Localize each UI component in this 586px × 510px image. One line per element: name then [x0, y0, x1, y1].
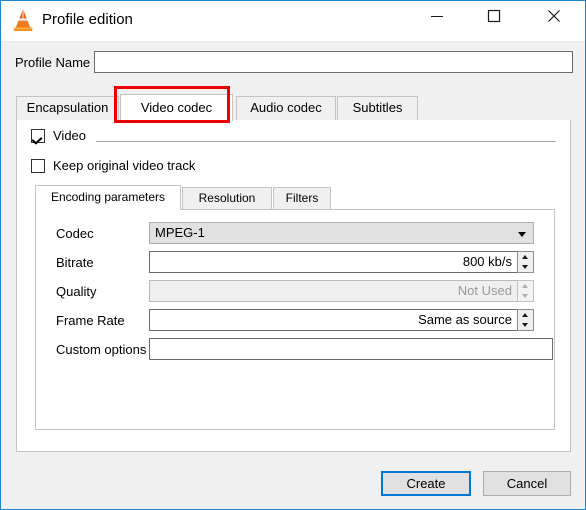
form-row-codec: Codec MPEG-1	[36, 222, 556, 246]
window-title: Profile edition	[42, 11, 133, 28]
codec-label: Codec	[56, 226, 94, 241]
frame-rate-spinbox[interactable]: Same as source	[149, 309, 534, 331]
bitrate-value[interactable]: 800 kb/s	[149, 251, 517, 273]
tab-filters[interactable]: Filters	[273, 187, 331, 209]
quality-label: Quality	[56, 284, 97, 299]
codec-selected-value: MPEG-1	[155, 225, 205, 240]
profile-name-label: Profile Name	[15, 55, 91, 70]
video-checkbox-label: Video	[53, 128, 87, 143]
tab-resolution[interactable]: Resolution	[182, 187, 272, 209]
spin-down-icon[interactable]	[518, 262, 533, 272]
vlc-cone-icon	[11, 8, 35, 33]
quality-value: Not Used	[149, 280, 517, 302]
frame-rate-spin-buttons	[517, 309, 534, 331]
keep-track-checkbox-label: Keep original video track	[53, 158, 196, 173]
tab-encoding-parameters[interactable]: Encoding parameters	[35, 185, 181, 210]
checkbox-box-video	[31, 128, 45, 143]
cancel-button[interactable]: Cancel	[483, 471, 571, 496]
bitrate-label: Bitrate	[56, 255, 94, 270]
form-row-quality: Quality Not Used	[36, 280, 556, 304]
frame-rate-label: Frame Rate	[56, 313, 125, 328]
minimize-button[interactable]	[414, 1, 460, 32]
encoding-tab-bar: Encoding parameters Resolution Filters	[35, 185, 555, 210]
chevron-down-icon	[518, 232, 526, 237]
checkbox-box-keep-track	[31, 158, 45, 173]
tab-encapsulation[interactable]: Encapsulation	[16, 96, 119, 120]
tab-audio-codec[interactable]: Audio codec	[236, 96, 336, 120]
spin-down-icon[interactable]	[518, 320, 533, 330]
tab-video-codec[interactable]: Video codec	[120, 94, 233, 121]
group-divider	[96, 141, 556, 142]
codec-tab-bar: Encapsulation Video codec Audio codec Su…	[16, 94, 571, 121]
title-bar: Profile edition	[1, 1, 585, 42]
quality-spinbox: Not Used	[149, 280, 534, 302]
maximize-button[interactable]	[471, 1, 517, 32]
bitrate-spin-buttons	[517, 251, 534, 273]
keep-original-video-track-checkbox[interactable]: Keep original video track	[31, 158, 195, 173]
codec-combobox[interactable]: MPEG-1	[149, 222, 534, 244]
bitrate-spinbox[interactable]: 800 kb/s	[149, 251, 534, 273]
form-row-bitrate: Bitrate 800 kb/s	[36, 251, 556, 275]
spin-up-icon[interactable]	[518, 252, 533, 262]
profile-edition-dialog: Profile edition Profile Name Encapsulati…	[0, 0, 586, 510]
video-enable-checkbox[interactable]: Video	[31, 128, 86, 143]
spin-down-icon	[518, 291, 533, 301]
form-row-frame-rate: Frame Rate Same as source	[36, 309, 556, 333]
custom-options-input[interactable]	[149, 338, 553, 360]
quality-spin-buttons	[517, 280, 534, 302]
close-button[interactable]	[531, 1, 577, 32]
spin-up-icon[interactable]	[518, 310, 533, 320]
video-codec-panel: Video Keep original video track Encoding…	[16, 120, 571, 452]
spin-up-icon	[518, 281, 533, 291]
create-button[interactable]: Create	[381, 471, 471, 496]
profile-name-row: Profile Name	[1, 42, 585, 84]
frame-rate-value[interactable]: Same as source	[149, 309, 517, 331]
tab-subtitles[interactable]: Subtitles	[337, 96, 418, 120]
profile-name-input[interactable]	[94, 51, 573, 73]
form-row-custom-options: Custom options	[36, 338, 556, 362]
custom-options-label: Custom options	[56, 342, 147, 357]
encoding-parameters-panel: Codec MPEG-1 Bitrate 800 kb/s Quality No…	[35, 209, 555, 430]
